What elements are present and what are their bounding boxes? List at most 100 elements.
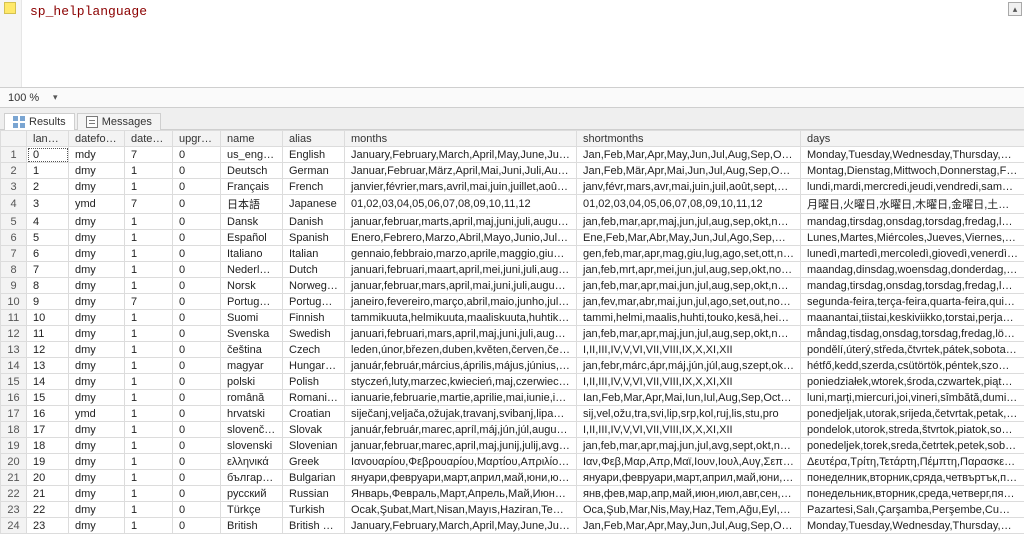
cell-dateformat[interactable]: ymd (69, 406, 125, 422)
cell-months[interactable]: ianuarie,februarie,martie,aprilie,mai,iu… (345, 390, 577, 406)
cell-alias[interactable]: Bulgarian (283, 470, 345, 486)
table-row[interactable]: 1110dmy10SuomiFinnishtammikuuta,helmikuu… (1, 310, 1024, 326)
cell-months[interactable]: januari,februari,mars,april,maj,juni,jul… (345, 326, 577, 342)
cell-days[interactable]: Δευτέρα,Τρίτη,Τετάρτη,Πέμπτη,Παρασκευή,Σ… (801, 454, 1024, 470)
cell-dateformat[interactable]: dmy (69, 390, 125, 406)
cell-datefirst[interactable]: 1 (125, 326, 173, 342)
row-number[interactable]: 10 (1, 294, 27, 310)
table-row[interactable]: 43ymd70日本語Japanese01,02,03,04,05,06,07,0… (1, 195, 1024, 214)
row-number[interactable]: 3 (1, 179, 27, 195)
cell-langid[interactable]: 13 (27, 358, 69, 374)
cell-name[interactable]: magyar (221, 358, 283, 374)
cell-months[interactable]: януари,февруари,март,април,май,юни,юли,а… (345, 470, 577, 486)
table-row[interactable]: 32dmy10FrançaisFrenchjanvier,février,mar… (1, 179, 1024, 195)
cell-datefirst[interactable]: 1 (125, 278, 173, 294)
col-langid[interactable]: langid (27, 131, 69, 147)
cell-name[interactable]: polski (221, 374, 283, 390)
row-number[interactable]: 18 (1, 422, 27, 438)
cell-alias[interactable]: Finnish (283, 310, 345, 326)
cell-alias[interactable]: Hungarian (283, 358, 345, 374)
cell-upgrade[interactable]: 0 (173, 163, 221, 179)
cell-days[interactable]: Montag,Dienstag,Mittwoch,Donnerstag,Frei… (801, 163, 1024, 179)
cell-shortmonths[interactable]: Jan,Feb,Mär,Apr,Mai,Jun,Jul,Aug,Sep,Okt,… (577, 163, 801, 179)
col-months[interactable]: months (345, 131, 577, 147)
col-days[interactable]: days (801, 131, 1024, 147)
cell-upgrade[interactable]: 0 (173, 246, 221, 262)
cell-langid[interactable]: 17 (27, 422, 69, 438)
table-row[interactable]: 21dmy10DeutschGermanJanuar,Februar,März,… (1, 163, 1024, 179)
cell-upgrade[interactable]: 0 (173, 406, 221, 422)
table-row[interactable]: 2019dmy10ελληνικάGreekΙανουαρίου,Φεβρουα… (1, 454, 1024, 470)
table-row[interactable]: 2221dmy10русскийRussianЯнварь,Февраль,Ма… (1, 486, 1024, 502)
cell-name[interactable]: Français (221, 179, 283, 195)
sql-editor[interactable]: sp_helplanguage (22, 0, 1006, 87)
table-row[interactable]: 1413dmy10magyarHungarianjanuár,február,m… (1, 358, 1024, 374)
row-number[interactable]: 14 (1, 358, 27, 374)
cell-shortmonths[interactable]: jan,feb,mar,apr,maj,jun,jul,aug,sep,okt,… (577, 326, 801, 342)
cell-shortmonths[interactable]: jan,febr,márc,ápr,máj,jún,júl,aug,szept,… (577, 358, 801, 374)
row-number[interactable]: 7 (1, 246, 27, 262)
cell-datefirst[interactable]: 7 (125, 195, 173, 214)
cell-name[interactable]: Italiano (221, 246, 283, 262)
cell-months[interactable]: Ocak,Şubat,Mart,Nisan,Mayıs,Haziran,Temm… (345, 502, 577, 518)
table-row[interactable]: 87dmy10NederlandsDutchjanuari,februari,m… (1, 262, 1024, 278)
row-number[interactable]: 22 (1, 486, 27, 502)
cell-days[interactable]: poniedziałek,wtorek,środa,czwartek,piąte… (801, 374, 1024, 390)
cell-langid[interactable]: 16 (27, 406, 69, 422)
cell-upgrade[interactable]: 0 (173, 502, 221, 518)
cell-months[interactable]: gennaio,febbraio,marzo,aprile,maggio,giu… (345, 246, 577, 262)
row-number[interactable]: 9 (1, 278, 27, 294)
cell-langid[interactable]: 10 (27, 310, 69, 326)
row-number[interactable]: 12 (1, 326, 27, 342)
cell-upgrade[interactable]: 0 (173, 438, 221, 454)
cell-alias[interactable]: Dutch (283, 262, 345, 278)
cell-datefirst[interactable]: 7 (125, 147, 173, 163)
cell-dateformat[interactable]: ymd (69, 195, 125, 214)
col-upgrade[interactable]: upgrade (173, 131, 221, 147)
row-number[interactable]: 19 (1, 438, 27, 454)
cell-datefirst[interactable]: 1 (125, 470, 173, 486)
table-row[interactable]: 98dmy10NorskNorwegianjanuar,februar,mars… (1, 278, 1024, 294)
cell-name[interactable]: British (221, 518, 283, 534)
cell-name[interactable]: Português (221, 294, 283, 310)
cell-name[interactable]: 日本語 (221, 195, 283, 214)
cell-shortmonths[interactable]: jan,fev,mar,abr,mai,jun,jul,ago,set,out,… (577, 294, 801, 310)
cell-upgrade[interactable]: 0 (173, 422, 221, 438)
cell-dateformat[interactable]: dmy (69, 486, 125, 502)
col-dateformat[interactable]: dateformat (69, 131, 125, 147)
cell-datefirst[interactable]: 1 (125, 486, 173, 502)
cell-months[interactable]: janeiro,fevereiro,março,abril,maio,junho… (345, 294, 577, 310)
cell-alias[interactable]: Romanian (283, 390, 345, 406)
results-grid[interactable]: langid dateformat datefirst upgrade name… (0, 130, 1024, 534)
cell-shortmonths[interactable]: I,II,III,IV,V,VI,VII,VIII,IX,X,XI,XII (577, 374, 801, 390)
cell-dateformat[interactable]: dmy (69, 518, 125, 534)
cell-alias[interactable]: Swedish (283, 326, 345, 342)
cell-days[interactable]: mandag,tirsdag,onsdag,torsdag,fredag,lør… (801, 214, 1024, 230)
cell-dateformat[interactable]: dmy (69, 278, 125, 294)
zoom-level[interactable]: 100 % (4, 92, 43, 104)
cell-alias[interactable]: Danish (283, 214, 345, 230)
cell-months[interactable]: januar,februar,marts,april,maj,juni,juli… (345, 214, 577, 230)
cell-langid[interactable]: 6 (27, 246, 69, 262)
cell-upgrade[interactable]: 0 (173, 454, 221, 470)
cell-alias[interactable]: Norwegian (283, 278, 345, 294)
cell-alias[interactable]: Spanish (283, 230, 345, 246)
cell-upgrade[interactable]: 0 (173, 230, 221, 246)
cell-months[interactable]: január,február,március,április,május,jún… (345, 358, 577, 374)
cell-datefirst[interactable]: 1 (125, 310, 173, 326)
cell-alias[interactable]: French (283, 179, 345, 195)
cell-months[interactable]: Januar,Februar,März,April,Mai,Juni,Juli,… (345, 163, 577, 179)
cell-langid[interactable]: 18 (27, 438, 69, 454)
cell-name[interactable]: slovenčina (221, 422, 283, 438)
cell-months[interactable]: Январь,Февраль,Март,Апрель,Май,Июнь,Июль… (345, 486, 577, 502)
cell-days[interactable]: luni,marți,miercuri,joi,vineri,sîmbătă,d… (801, 390, 1024, 406)
cell-upgrade[interactable]: 0 (173, 310, 221, 326)
row-number[interactable]: 17 (1, 406, 27, 422)
table-row[interactable]: 1312dmy10češtinaCzechleden,únor,březen,d… (1, 342, 1024, 358)
cell-days[interactable]: ponedjeljak,utorak,srijeda,četvrtak,peta… (801, 406, 1024, 422)
cell-alias[interactable]: English (283, 147, 345, 163)
cell-shortmonths[interactable]: jan,feb,mar,apr,maj,jun,jul,aug,sep,okt,… (577, 214, 801, 230)
cell-alias[interactable]: Croatian (283, 406, 345, 422)
cell-shortmonths[interactable]: I,II,III,IV,V,VI,VII,VIII,IX,X,XI,XII (577, 342, 801, 358)
cell-days[interactable]: pondělí,úterý,středa,čtvrtek,pátek,sobot… (801, 342, 1024, 358)
